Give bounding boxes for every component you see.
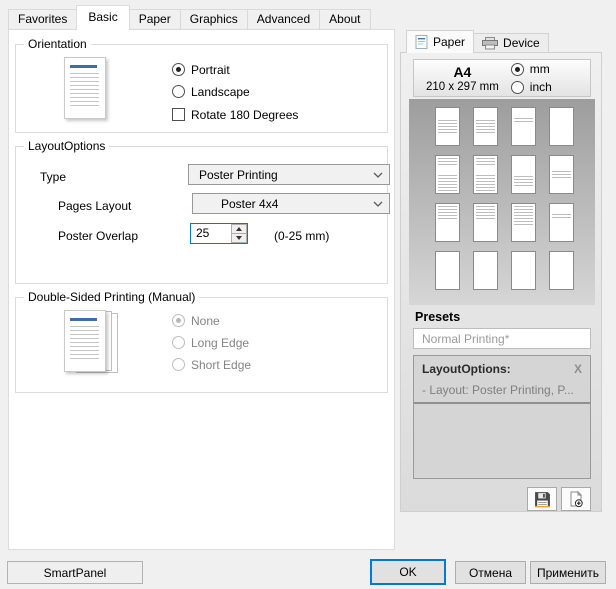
side-tab-paper[interactable]: Paper	[406, 30, 475, 53]
duplex-long-edge-label: Long Edge	[191, 335, 250, 350]
paper-size-value: A4	[453, 63, 472, 80]
tab-graphics[interactable]: Graphics	[179, 9, 248, 30]
double-sided-preview-image	[64, 310, 120, 374]
layout-options-group-title: LayoutOptions	[24, 139, 110, 153]
landscape-radio[interactable]	[172, 85, 185, 98]
printer-icon	[482, 36, 499, 50]
ok-button[interactable]: OK	[370, 559, 446, 585]
preset-name-input[interactable]	[413, 328, 591, 349]
preset-summary-box: LayoutOptions: X - Layout: Poster Printi…	[413, 355, 591, 479]
pages-layout-dropdown[interactable]: Poster 4x4	[192, 193, 390, 214]
unit-inch-label: inch	[529, 80, 552, 94]
presets-title: Presets	[415, 310, 461, 324]
floppy-save-icon	[534, 491, 551, 508]
paper-icon	[415, 35, 428, 49]
poster-preview-grid	[435, 107, 574, 290]
unit-mm-radio[interactable]	[510, 62, 524, 76]
unit-mm-label: mm	[529, 62, 550, 76]
pages-layout-dropdown-value: Poster 4x4	[221, 196, 279, 211]
side-tab-device-label: Device	[503, 36, 540, 50]
orientation-group: Orientation Portrait Landscape Rotate 18…	[15, 37, 388, 133]
apply-button[interactable]: Применить	[530, 561, 606, 584]
poster-overlap-spinner[interactable]: 25	[190, 223, 248, 244]
side-tab-paper-label: Paper	[433, 35, 466, 49]
paper-dimensions: 210 x 297 mm	[425, 80, 499, 93]
type-label: Type	[40, 169, 67, 184]
preview-page	[435, 107, 460, 146]
tab-advanced[interactable]: Advanced	[246, 9, 321, 30]
type-dropdown[interactable]: Poster Printing	[188, 164, 390, 185]
poster-overlap-label: Poster Overlap	[58, 228, 139, 243]
orientation-group-title: Orientation	[24, 37, 91, 51]
orientation-preview-image	[64, 57, 106, 119]
double-sided-group: Double-Sided Printing (Manual) None Long…	[15, 290, 388, 393]
unit-inch-radio[interactable]	[510, 80, 524, 94]
preview-page	[511, 107, 536, 146]
landscape-label: Landscape	[191, 84, 250, 99]
preview-page	[473, 203, 498, 242]
poster-overlap-value: 25	[196, 226, 210, 240]
double-sided-group-title: Double-Sided Printing (Manual)	[24, 290, 200, 304]
preview-page	[435, 203, 460, 242]
duplex-long-edge-radio	[172, 336, 185, 349]
duplex-short-edge-label: Short Edge	[191, 357, 252, 372]
preview-page	[435, 251, 460, 290]
duplex-none-label: None	[191, 313, 220, 328]
pages-layout-label: Pages Layout	[58, 198, 132, 213]
side-tab-bar: Paper Device	[406, 30, 549, 53]
preview-page	[511, 251, 536, 290]
tab-paper[interactable]: Paper	[128, 9, 181, 30]
paper-side-panel: A4 210 x 297 mm mm inch Presets Normal P…	[400, 52, 602, 512]
duplex-none-radio	[172, 314, 185, 327]
side-tab-device[interactable]: Device	[473, 33, 549, 53]
poster-preview	[409, 99, 595, 305]
preview-page	[435, 155, 460, 194]
preview-page	[549, 155, 574, 194]
cancel-button[interactable]: Отмена	[455, 561, 526, 584]
preview-page	[473, 251, 498, 290]
duplex-short-edge-radio	[172, 358, 185, 371]
tab-about[interactable]: About	[319, 9, 371, 30]
portrait-radio[interactable]	[172, 63, 185, 76]
preview-page	[511, 203, 536, 242]
chevron-down-icon	[367, 201, 389, 207]
basic-tab-panel: Orientation Portrait Landscape Rotate 18…	[8, 29, 395, 550]
preview-page	[549, 203, 574, 242]
preview-page	[549, 251, 574, 290]
paper-size-box: A4 210 x 297 mm mm inch	[413, 59, 591, 97]
preset-summary-item: - Layout: Poster Printing, P...	[414, 376, 590, 404]
main-tab-bar: Favorites Basic Paper Graphics Advanced …	[8, 5, 371, 30]
tab-basic[interactable]: Basic	[76, 5, 130, 30]
tab-favorites[interactable]: Favorites	[8, 9, 78, 30]
portrait-label: Portrait	[191, 62, 230, 77]
chevron-down-icon	[367, 172, 389, 178]
spinner-down-button[interactable]	[231, 233, 247, 243]
preview-page	[549, 107, 574, 146]
add-preset-button[interactable]	[561, 487, 591, 511]
preview-page	[511, 155, 536, 194]
poster-overlap-range-hint: (0-25 mm)	[274, 228, 330, 243]
layout-options-group: LayoutOptions Type Poster Printing Pages…	[15, 139, 390, 284]
save-preset-button[interactable]	[527, 487, 557, 511]
preset-summary-title: LayoutOptions:	[422, 362, 511, 376]
preview-page	[473, 155, 498, 194]
type-dropdown-value: Poster Printing	[199, 167, 278, 182]
close-icon[interactable]: X	[574, 362, 582, 376]
rotate-180-checkbox[interactable]	[172, 108, 185, 121]
smartpanel-button[interactable]: SmartPanel	[7, 561, 143, 584]
preview-page	[473, 107, 498, 146]
rotate-180-label: Rotate 180 Degrees	[191, 107, 299, 122]
new-document-plus-icon	[568, 490, 584, 508]
